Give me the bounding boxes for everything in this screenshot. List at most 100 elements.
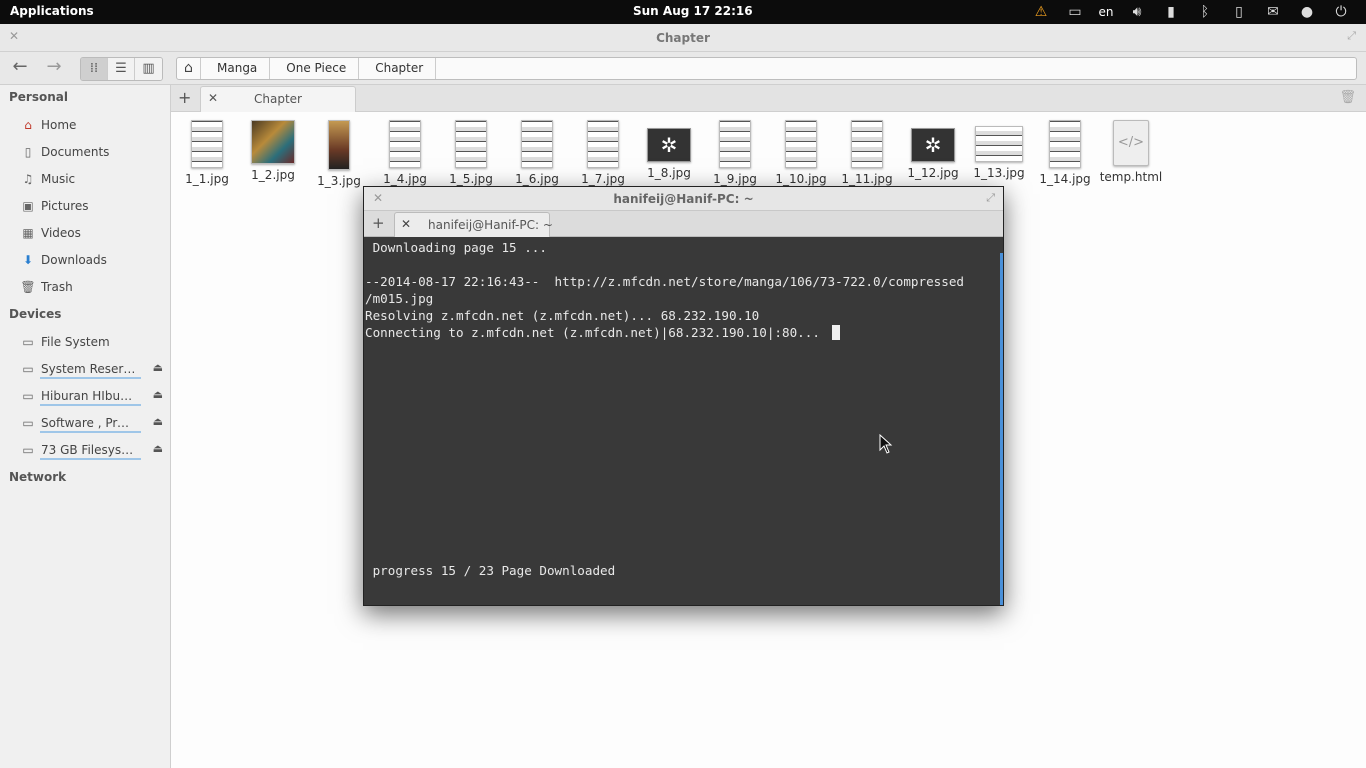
- sidebar-item-home[interactable]: ⌂ Home: [20, 115, 165, 135]
- file-item[interactable]: 1_4.jpg: [372, 120, 438, 186]
- back-arrow-icon[interactable]: ←: [7, 56, 33, 80]
- list-view-icon[interactable]: ☰: [108, 58, 135, 80]
- volume-icon[interactable]: 🔊︎: [1120, 0, 1154, 24]
- forward-arrow-icon[interactable]: →: [41, 56, 67, 80]
- close-tab-icon[interactable]: ✕: [401, 217, 411, 231]
- sidebar-item-software[interactable]: ▭ Software , Proje... ⏏: [20, 413, 165, 433]
- terminal-line: --2014-08-17 22:16:43-- http://z.mfcdn.n…: [365, 274, 964, 289]
- file-item[interactable]: </> temp.html: [1098, 120, 1164, 184]
- file-item[interactable]: ✲ 1_12.jpg: [900, 120, 966, 180]
- sidebar-item-videos[interactable]: ▦ Videos: [20, 223, 165, 243]
- terminal-cursor: [831, 325, 840, 340]
- user-icon[interactable]: ●: [1290, 0, 1324, 24]
- home-icon: ⌂: [24, 118, 32, 132]
- network-icon[interactable]: ▮: [1154, 0, 1188, 24]
- file-item[interactable]: 1_7.jpg: [570, 120, 636, 186]
- sidebar-item-label: System Reserved: [41, 362, 136, 376]
- sidebar-header-devices: Devices: [9, 307, 62, 321]
- terminal-line: /m015.jpg: [365, 291, 434, 306]
- tab-bar: + ✕ Chapter 🗑︎: [171, 85, 1366, 112]
- new-tab-icon[interactable]: +: [178, 88, 191, 107]
- terminal-scrollbar[interactable]: [1000, 253, 1003, 605]
- language-indicator[interactable]: en: [1092, 0, 1120, 24]
- drive-icon: ▭: [22, 443, 34, 457]
- breadcrumb-chapter[interactable]: Chapter: [359, 58, 437, 79]
- eject-icon[interactable]: ⏏: [153, 415, 163, 428]
- column-view-icon[interactable]: ▥: [135, 58, 162, 80]
- warning-icon[interactable]: ⚠: [1024, 0, 1058, 24]
- terminal-line: Downloading page 15 ...: [365, 240, 547, 255]
- progress-line: progress 15 / 23 Page Downloaded: [365, 563, 616, 578]
- eject-icon[interactable]: ⏏: [153, 442, 163, 455]
- sidebar-item-hiburan[interactable]: ▭ Hiburan HIburan ⏏: [20, 386, 165, 406]
- maximize-icon[interactable]: ⤢: [986, 191, 995, 205]
- sidebar-item-downloads[interactable]: ⬇ Downloads: [20, 250, 165, 270]
- image-thumbnail: [328, 120, 350, 170]
- terminal-window[interactable]: ✕ hanifeij@Hanif-PC: ~ ⤢ + ✕ hanifeij@Ha…: [363, 186, 1004, 606]
- file-item[interactable]: 1_3.jpg: [306, 120, 372, 188]
- sidebar-item-file-system[interactable]: ▭ File System: [20, 332, 165, 352]
- applications-menu[interactable]: Applications: [10, 4, 94, 18]
- bluetooth-icon[interactable]: ᛒ: [1188, 0, 1222, 24]
- sidebar-item-label: Software , Proje...: [41, 416, 136, 430]
- download-icon: ⬇: [22, 253, 34, 267]
- image-thumbnail: [851, 120, 883, 168]
- terminal-tab-bar: + ✕ hanifeij@Hanif-PC: ~: [364, 211, 1003, 237]
- mouse-pointer-icon: [879, 434, 893, 454]
- file-name: 1_1.jpg: [185, 172, 229, 186]
- file-item[interactable]: 1_1.jpg: [174, 120, 240, 186]
- usage-bar: [40, 404, 141, 406]
- window-title: Chapter: [656, 31, 710, 45]
- terminal-titlebar[interactable]: ✕ hanifeij@Hanif-PC: ~ ⤢: [364, 187, 1003, 211]
- sidebar-item-music[interactable]: ♫ Music: [20, 169, 165, 189]
- breadcrumb-manga[interactable]: Manga: [201, 58, 271, 79]
- keyboard-icon[interactable]: ▭: [1058, 0, 1092, 24]
- maximize-icon[interactable]: ⤢: [1347, 29, 1356, 43]
- sidebar-item-trash[interactable]: 🗑︎ Trash: [20, 277, 165, 297]
- file-name: 1_13.jpg: [973, 166, 1025, 180]
- sidebar-item-system-reserved[interactable]: ▭ System Reserved ⏏: [20, 359, 165, 379]
- file-item[interactable]: 1_10.jpg: [768, 120, 834, 186]
- sidebar-item-pictures[interactable]: ▣ Pictures: [20, 196, 165, 216]
- terminal-output[interactable]: Downloading page 15 ... --2014-08-17 22:…: [364, 237, 1002, 605]
- image-thumbnail: [251, 120, 295, 164]
- trash-icon[interactable]: 🗑︎: [1339, 90, 1356, 105]
- image-thumbnail: [521, 120, 553, 168]
- eject-icon[interactable]: ⏏: [153, 388, 163, 401]
- sidebar-item-documents[interactable]: ▯ Documents: [20, 142, 165, 162]
- file-item[interactable]: 1_13.jpg: [966, 120, 1032, 180]
- drive-icon: ▭: [22, 416, 34, 430]
- power-icon[interactable]: ⏻: [1324, 0, 1358, 24]
- battery-icon[interactable]: ▯: [1222, 0, 1256, 24]
- tab-chapter[interactable]: ✕ Chapter: [200, 86, 356, 112]
- document-icon: ▯: [24, 145, 32, 159]
- file-name: 1_6.jpg: [515, 172, 559, 186]
- breadcrumb: ⌂ Manga One Piece Chapter: [176, 57, 1357, 80]
- html-file-icon: </>: [1113, 120, 1149, 166]
- breadcrumb-one-piece[interactable]: One Piece: [270, 58, 360, 79]
- eject-icon[interactable]: ⏏: [153, 361, 163, 374]
- sidebar-item-label: 73 GB Filesystem: [41, 443, 136, 457]
- sidebar-item-73gb[interactable]: ▭ 73 GB Filesystem ⏏: [20, 440, 165, 460]
- terminal-line-text: Connecting to z.mfcdn.net (z.mfcdn.net)|…: [365, 325, 828, 340]
- file-item[interactable]: 1_11.jpg: [834, 120, 900, 186]
- mail-icon[interactable]: ✉: [1256, 0, 1290, 24]
- file-item[interactable]: 1_9.jpg: [702, 120, 768, 186]
- clock[interactable]: Sun Aug 17 22:16: [633, 4, 753, 18]
- file-name: 1_14.jpg: [1039, 172, 1091, 186]
- file-item[interactable]: ✲ 1_8.jpg: [636, 120, 702, 180]
- trash-icon: 🗑︎: [20, 280, 36, 294]
- file-item[interactable]: 1_14.jpg: [1032, 120, 1098, 186]
- sidebar-item-label: Trash: [41, 280, 73, 294]
- new-tab-icon[interactable]: +: [372, 214, 385, 232]
- file-item[interactable]: 1_5.jpg: [438, 120, 504, 186]
- sidebar-item-label: Home: [41, 118, 77, 132]
- home-icon[interactable]: ⌂: [177, 58, 201, 79]
- image-thumbnail: [1049, 120, 1081, 168]
- file-item[interactable]: 1_6.jpg: [504, 120, 570, 186]
- file-item[interactable]: 1_2.jpg: [240, 120, 306, 182]
- sidebar-header-network[interactable]: Network: [9, 470, 66, 484]
- sidebar-item-label: Downloads: [41, 253, 107, 267]
- icon-view-icon[interactable]: ⁞⁞: [81, 58, 108, 80]
- terminal-tab[interactable]: ✕ hanifeij@Hanif-PC: ~: [394, 212, 553, 237]
